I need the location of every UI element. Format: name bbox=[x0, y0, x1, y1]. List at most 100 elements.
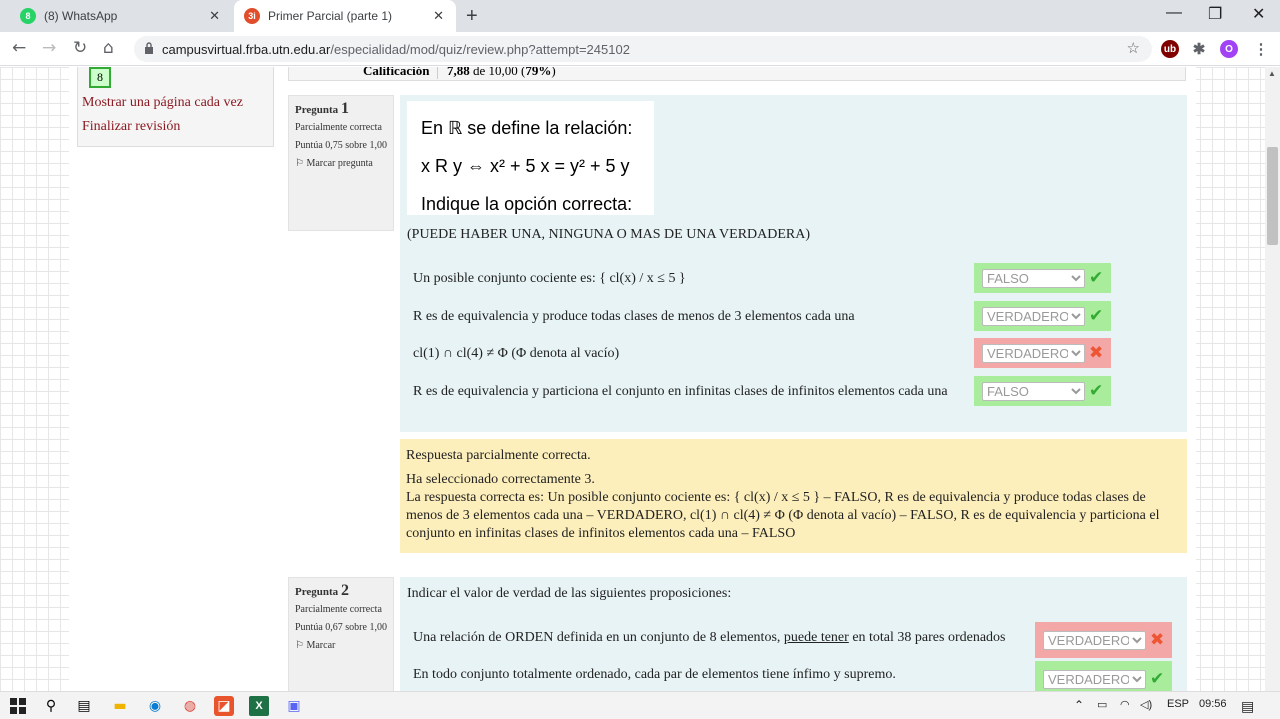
feedback-summary: Respuesta parcialmente correcta. bbox=[406, 448, 591, 463]
question-score: Puntúa 0,75 sobre 1,00 bbox=[295, 140, 387, 151]
question-instruction: (PUEDE HABER UNA, NINGUNA O MAS DE UNA V… bbox=[407, 227, 811, 242]
office-icon[interactable]: ◪ bbox=[214, 696, 234, 716]
flag-question[interactable]: ⚐ Marcar pregunta bbox=[295, 157, 387, 171]
answer-select[interactable]: FALSO bbox=[982, 381, 1085, 401]
check-icon: ✔ bbox=[1089, 381, 1104, 401]
answer-select[interactable]: VERDADERO bbox=[982, 306, 1085, 326]
page-body: 8 Mostrar una página cada vez Finalizar … bbox=[69, 67, 1196, 691]
cross-icon: ✖ bbox=[1150, 630, 1165, 650]
flag-icon: ⚐ bbox=[295, 158, 304, 169]
task-view-icon[interactable]: ▤ bbox=[74, 696, 94, 716]
menu-icon[interactable]: ⋮ bbox=[1252, 40, 1270, 58]
home-icon[interactable]: ⌂ bbox=[103, 38, 114, 58]
file-explorer-icon[interactable]: ▬ bbox=[110, 696, 130, 716]
answer-select[interactable]: VERDADERO bbox=[1043, 669, 1146, 689]
tab-label: Primer Parcial (parte 1) bbox=[268, 9, 393, 23]
close-icon[interactable]: ✕ bbox=[433, 8, 444, 24]
grade-label: Calificación bbox=[363, 67, 430, 78]
lock-icon bbox=[145, 42, 153, 54]
question-content-2: Indicar el valor de verdad de las siguie… bbox=[400, 577, 1187, 691]
battery-icon[interactable]: ▭ bbox=[1097, 698, 1107, 711]
moodle-icon: 3i bbox=[244, 8, 260, 24]
flag-question[interactable]: ⚐ Marcar bbox=[295, 639, 387, 653]
feedback-correct-answer: La respuesta correcta es: Un posible con… bbox=[406, 490, 1160, 541]
volume-icon[interactable]: ◁) bbox=[1140, 698, 1152, 711]
answer-cell: VERDADERO ✔ bbox=[974, 301, 1111, 331]
tab-label: (8) WhatsApp bbox=[44, 9, 118, 23]
divider bbox=[437, 67, 438, 79]
browser-toolbar: ← → ↻ ⌂ campusvirtual.frba.utn.edu.ar/es… bbox=[0, 32, 1280, 66]
ublock-icon[interactable]: ub bbox=[1161, 40, 1179, 58]
edge-icon[interactable]: ◉ bbox=[145, 696, 165, 716]
question-score: Puntúa 0,67 sobre 1,00 bbox=[295, 622, 387, 633]
discord-icon[interactable]: ▣ bbox=[284, 696, 304, 716]
whatsapp-icon: 8 bbox=[20, 8, 36, 24]
tab-primer-parcial[interactable]: 3i Primer Parcial (parte 1) ✕ bbox=[234, 0, 456, 32]
flag-icon: ⚐ bbox=[295, 640, 304, 651]
answer-select[interactable]: VERDADERO bbox=[982, 343, 1085, 363]
extensions-icon[interactable]: ✱ bbox=[1190, 40, 1208, 58]
close-icon[interactable]: ✕ bbox=[209, 8, 220, 24]
answer-cell: VERDADERO ✖ bbox=[974, 338, 1111, 368]
bookmark-star-icon[interactable]: ☆ bbox=[1127, 39, 1140, 57]
profile-avatar[interactable]: O bbox=[1220, 40, 1238, 58]
question-image: En ℝ se define la relación: x R y ⇔ x² +… bbox=[407, 101, 654, 215]
statement-text: Una relación de ORDEN definida en un con… bbox=[413, 630, 1006, 645]
question-number: Pregunta 2 bbox=[295, 582, 349, 599]
grade-row: Calificación 7,88 de 10,00 (79%) bbox=[288, 67, 1186, 81]
forward-icon[interactable]: → bbox=[42, 38, 56, 58]
notifications-icon[interactable]: ▤ bbox=[1241, 698, 1254, 715]
close-window-button[interactable]: ✕ bbox=[1252, 4, 1265, 24]
check-icon: ✔ bbox=[1150, 669, 1165, 689]
statement-text: R es de equivalencia y particiona el con… bbox=[413, 384, 948, 399]
maximize-button[interactable]: ❐ bbox=[1208, 4, 1222, 24]
answer-select[interactable]: FALSO bbox=[982, 268, 1085, 288]
clock[interactable]: 09:56 bbox=[1199, 698, 1227, 710]
excel-icon[interactable]: X bbox=[249, 696, 269, 716]
scroll-thumb[interactable] bbox=[1267, 147, 1278, 245]
question-state: Parcialmente correcta bbox=[295, 604, 382, 615]
image-line: x R y ⇔ x² + 5 x = y² + 5 y bbox=[421, 156, 630, 176]
question-number: Pregunta 1 bbox=[295, 100, 349, 117]
grade-value: 7,88 de 10,00 (79%) bbox=[447, 67, 556, 78]
tab-whatsapp[interactable]: 8 (8) WhatsApp ✕ bbox=[10, 0, 232, 32]
finish-review-link[interactable]: Finalizar revisión bbox=[82, 119, 180, 135]
taskbar: ⚲ ▤ ▬ ◉ ◍ ◪ X ▣ ⌃ ▭ ◠ ◁) ESP 09:56 ▤ bbox=[0, 691, 1280, 719]
feedback-count: Ha seleccionado correctamente 3. bbox=[406, 472, 595, 487]
feedback-box: Respuesta parcialmente correcta. Ha sele… bbox=[400, 439, 1187, 553]
statement-text: cl(1) ∩ cl(4) ≠ Φ (Φ denota al vacío) bbox=[413, 346, 620, 361]
answer-select[interactable]: VERDADERO bbox=[1043, 630, 1146, 650]
new-tab-button[interactable]: + bbox=[466, 5, 478, 28]
statement-text: R es de equivalencia y produce todas cla… bbox=[413, 309, 855, 324]
question-instruction: Indicar el valor de verdad de las siguie… bbox=[407, 586, 732, 601]
show-one-page-link[interactable]: Mostrar una página cada vez bbox=[82, 95, 243, 111]
image-line: Indique la opción correcta: bbox=[421, 194, 633, 214]
back-icon[interactable]: ← bbox=[12, 38, 26, 58]
minimize-button[interactable]: — bbox=[1166, 4, 1182, 22]
language-indicator[interactable]: ESP bbox=[1167, 698, 1189, 710]
url-host: campusvirtual.frba.utn.edu.ar bbox=[162, 41, 331, 57]
wifi-icon[interactable]: ◠ bbox=[1120, 698, 1130, 711]
vertical-scrollbar[interactable]: ▲ bbox=[1265, 67, 1280, 691]
cross-icon: ✖ bbox=[1089, 343, 1104, 363]
statement-text: En todo conjunto totalmente ordenado, ca… bbox=[413, 667, 896, 682]
address-bar[interactable]: campusvirtual.frba.utn.edu.ar/especialid… bbox=[134, 36, 1152, 62]
answer-cell: FALSO ✔ bbox=[974, 263, 1111, 293]
scroll-up-icon[interactable]: ▲ bbox=[1268, 69, 1276, 78]
question-info-1: Pregunta 1 Parcialmente correcta Puntúa … bbox=[288, 95, 394, 231]
check-icon: ✔ bbox=[1089, 306, 1104, 326]
windows-start-icon[interactable] bbox=[8, 696, 28, 716]
answer-cell: FALSO ✔ bbox=[974, 376, 1111, 406]
statement-text: Un posible conjunto cociente es: { cl(x)… bbox=[413, 271, 686, 286]
chrome-icon[interactable]: ◍ bbox=[180, 696, 200, 716]
question-nav-button[interactable]: 8 bbox=[89, 67, 111, 88]
question-state: Parcialmente correcta bbox=[295, 122, 382, 133]
search-icon[interactable]: ⚲ bbox=[41, 696, 61, 716]
chevron-up-icon[interactable]: ⌃ bbox=[1074, 698, 1084, 712]
reload-icon[interactable]: ↻ bbox=[73, 38, 87, 58]
page-viewport: 8 Mostrar una página cada vez Finalizar … bbox=[0, 67, 1265, 691]
tab-strip: 8 (8) WhatsApp ✕ 3i Primer Parcial (part… bbox=[0, 0, 1280, 32]
quiz-navigation: 8 Mostrar una página cada vez Finalizar … bbox=[77, 67, 274, 147]
answer-cell: VERDADERO ✔ bbox=[1035, 661, 1172, 691]
url-path: /especialidad/mod/quiz/review.php?attemp… bbox=[330, 41, 630, 57]
